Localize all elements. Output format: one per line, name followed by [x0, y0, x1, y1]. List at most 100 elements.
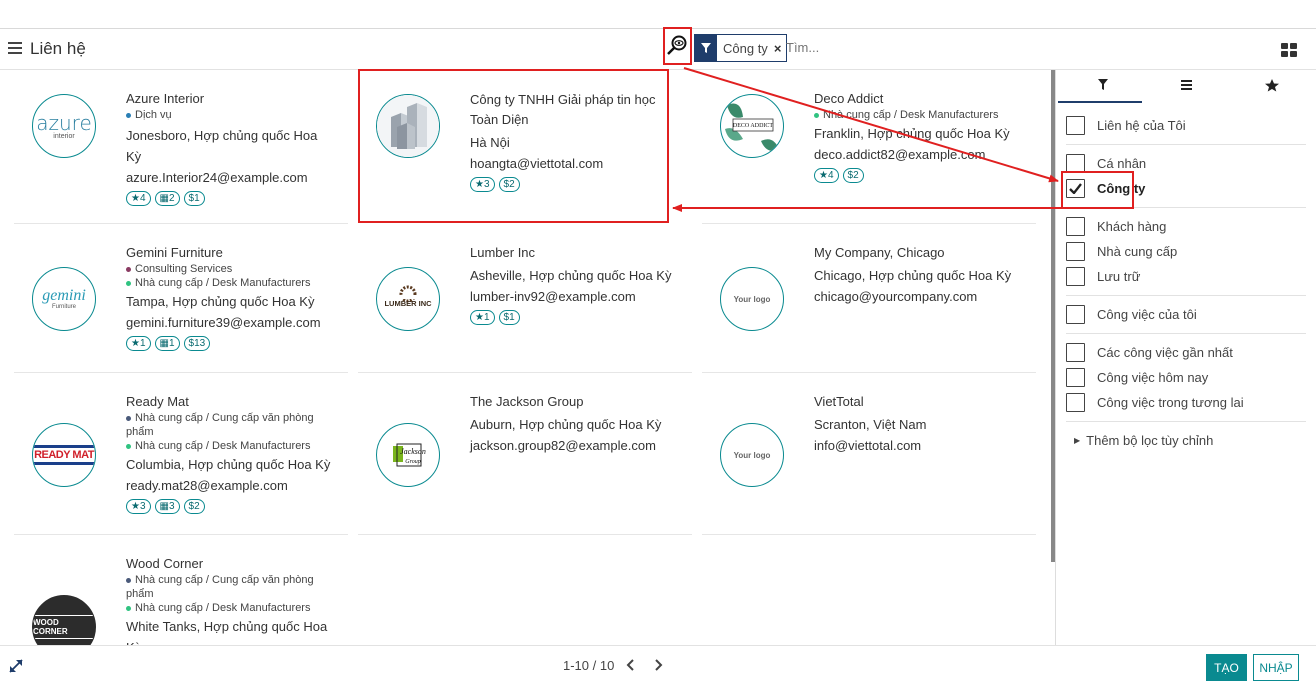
facet-label: Công ty: [723, 40, 768, 56]
contact-name: The Jackson Group: [470, 394, 584, 409]
filter-my-activities[interactable]: Công việc của tôi: [1066, 304, 1197, 324]
card-divider: [702, 534, 1036, 535]
meetings-badge[interactable]: ▦3: [154, 499, 180, 514]
contact-tag: Nhà cung cấp / Desk Manufacturers: [126, 439, 346, 453]
contact-name: Deco Addict: [814, 91, 884, 106]
svg-text:DECO ADDICT: DECO ADDICT: [733, 123, 774, 129]
contact-email: info@viettotal.com: [814, 438, 922, 453]
contact-card[interactable]: DECO ADDICT Deco Addict Nhà cung cấp / D…: [702, 70, 1036, 220]
checkbox[interactable]: [1066, 115, 1085, 135]
top-bar: [0, 0, 1316, 29]
rating-badge[interactable]: ★1: [470, 310, 495, 325]
search-options-icon[interactable]: [665, 29, 690, 63]
contact-address: Jonesboro, Hợp chủng quốc Hoa Kỳ: [126, 128, 318, 164]
svg-text:Jackson: Jackson: [400, 447, 426, 456]
contact-tag: Nhà cung cấp / Desk Manufacturers: [126, 276, 346, 290]
remove-facet-icon[interactable]: ×: [774, 41, 787, 56]
contact-logo: LUMBER INC: [376, 267, 440, 331]
contact-tag: Nhà cung cấp / Desk Manufacturers: [814, 108, 1034, 122]
contact-email: gemini.furniture39@example.com: [126, 315, 321, 330]
contact-card[interactable]: Your logo VietTotal Scranton, Việt Nam i…: [702, 373, 1036, 534]
checkbox[interactable]: [1066, 367, 1085, 387]
rating-badge[interactable]: ★3: [126, 499, 151, 514]
active-tab-indicator: [1058, 101, 1142, 103]
pager-next-icon[interactable]: [653, 659, 663, 671]
contact-name: VietTotal: [814, 394, 864, 409]
annotation-highlight-card: [358, 69, 669, 223]
checkbox[interactable]: [1066, 342, 1085, 362]
tab-group-by-icon[interactable]: [1177, 78, 1197, 92]
annotation-highlight-company-filter: [1061, 171, 1134, 209]
checkbox[interactable]: [1066, 241, 1085, 261]
sales-badge[interactable]: $13: [183, 336, 211, 351]
search-facet-company[interactable]: Công ty ×: [694, 34, 788, 62]
contact-card[interactable]: Your logo My Company, Chicago Chicago, H…: [702, 224, 1036, 374]
contact-logo: WOOD CORNER: [32, 595, 96, 645]
kanban-view-icon[interactable]: [1281, 43, 1297, 57]
meetings-badge[interactable]: ▦2: [154, 191, 180, 206]
contact-card[interactable]: azure interior Azure Interior Dịch vụ Jo…: [14, 70, 348, 220]
page-title: Liên hệ: [30, 39, 86, 58]
contact-logo: DECO ADDICT: [720, 94, 784, 158]
checkbox[interactable]: [1066, 392, 1085, 412]
contact-tag: Consulting Services: [126, 262, 346, 276]
filter-future-activities[interactable]: Công việc trong tương lai: [1066, 392, 1244, 412]
create-button[interactable]: TẠO: [1206, 654, 1247, 681]
contact-card[interactable]: gemini Furniture Gemini Furniture Consul…: [14, 224, 348, 374]
filter-individual[interactable]: Cá nhân: [1066, 153, 1146, 173]
checkbox[interactable]: [1066, 266, 1085, 286]
contact-card[interactable]: Jackson Group The Jackson Group Auburn, …: [358, 373, 692, 534]
contact-name: Ready Mat: [126, 394, 189, 409]
lumber-inc-logo: LUMBER INC: [384, 285, 432, 308]
add-custom-filter[interactable]: ▶ Thêm bộ lọc tùy chỉnh: [1074, 430, 1213, 450]
contact-tag: Nhà cung cấp / Desk Manufacturers: [126, 601, 346, 615]
jackson-group-logo: Jackson Group: [393, 443, 426, 467]
sales-badge[interactable]: $2: [842, 168, 864, 183]
filter-separator: [1066, 144, 1306, 145]
contact-address: Franklin, Hợp chủng quốc Hoa Kỳ: [814, 126, 1010, 141]
sales-badge[interactable]: $1: [498, 310, 520, 325]
checkbox[interactable]: [1066, 304, 1085, 324]
pager-value[interactable]: 1-10 / 10: [563, 658, 614, 673]
pager-previous-icon[interactable]: [626, 659, 636, 671]
contact-email: ready.mat28@example.com: [126, 478, 288, 493]
rating-badge[interactable]: ★4: [814, 168, 839, 183]
sales-badge[interactable]: $1: [183, 191, 205, 206]
contact-address: Tampa, Hợp chủng quốc Hoa Kỳ: [126, 294, 315, 309]
contact-logo: READY MAT: [32, 423, 96, 487]
filter-customers[interactable]: Khách hàng: [1066, 216, 1166, 236]
rating-badge[interactable]: ★1: [126, 336, 151, 351]
tab-favorites-icon[interactable]: [1262, 78, 1282, 92]
contact-email: deco.addict82@example.com: [814, 147, 986, 162]
contact-email: chicago@yourcompany.com: [814, 289, 978, 304]
filter-today-activities[interactable]: Công việc hôm nay: [1066, 367, 1208, 387]
filter-archived[interactable]: Lưu trữ: [1066, 266, 1140, 286]
filter-late-activities[interactable]: Các công việc gần nhất: [1066, 342, 1233, 362]
hamburger-menu-icon[interactable]: [8, 42, 22, 54]
contact-card[interactable]: LUMBER INC Lumber Inc Asheville, Hợp chủ…: [358, 224, 692, 374]
contact-card[interactable]: READY MAT Ready Mat Nhà cung cấp / Cung …: [14, 373, 348, 534]
filter-vendors[interactable]: Nhà cung cấp: [1066, 241, 1177, 261]
control-panel: Liên hệ Công ty ×: [0, 27, 1316, 70]
caret-right-icon: ▶: [1074, 435, 1081, 445]
contact-name: Gemini Furniture: [126, 245, 223, 260]
import-button[interactable]: NHẬP: [1253, 654, 1299, 681]
contact-name: Azure Interior: [126, 91, 205, 106]
contact-logo: azure interior: [32, 94, 96, 158]
contact-name: Wood Corner: [126, 556, 204, 571]
contact-tag: Nhà cung cấp / Cung cấp văn phòng phẩm: [126, 412, 314, 438]
sales-badge[interactable]: $2: [183, 499, 205, 514]
footer-bar: 1-10 / 10 TẠO NHẬP: [0, 645, 1316, 685]
meetings-badge[interactable]: ▦1: [154, 336, 180, 351]
checkbox[interactable]: [1066, 153, 1085, 173]
search-input[interactable]: [786, 36, 986, 58]
svg-text:Group: Group: [405, 459, 420, 465]
tab-filters-icon[interactable]: [1093, 78, 1113, 92]
filter-separator: [1066, 295, 1306, 296]
checkbox[interactable]: [1066, 216, 1085, 236]
rating-badge[interactable]: ★4: [126, 191, 151, 206]
contact-card[interactable]: WOOD CORNER Wood Corner Nhà cung cấp / C…: [14, 535, 348, 645]
contact-logo: Your logo: [720, 423, 784, 487]
filter-my-contacts[interactable]: Liên hệ của Tôi: [1066, 115, 1186, 135]
expand-icon[interactable]: [8, 658, 24, 674]
